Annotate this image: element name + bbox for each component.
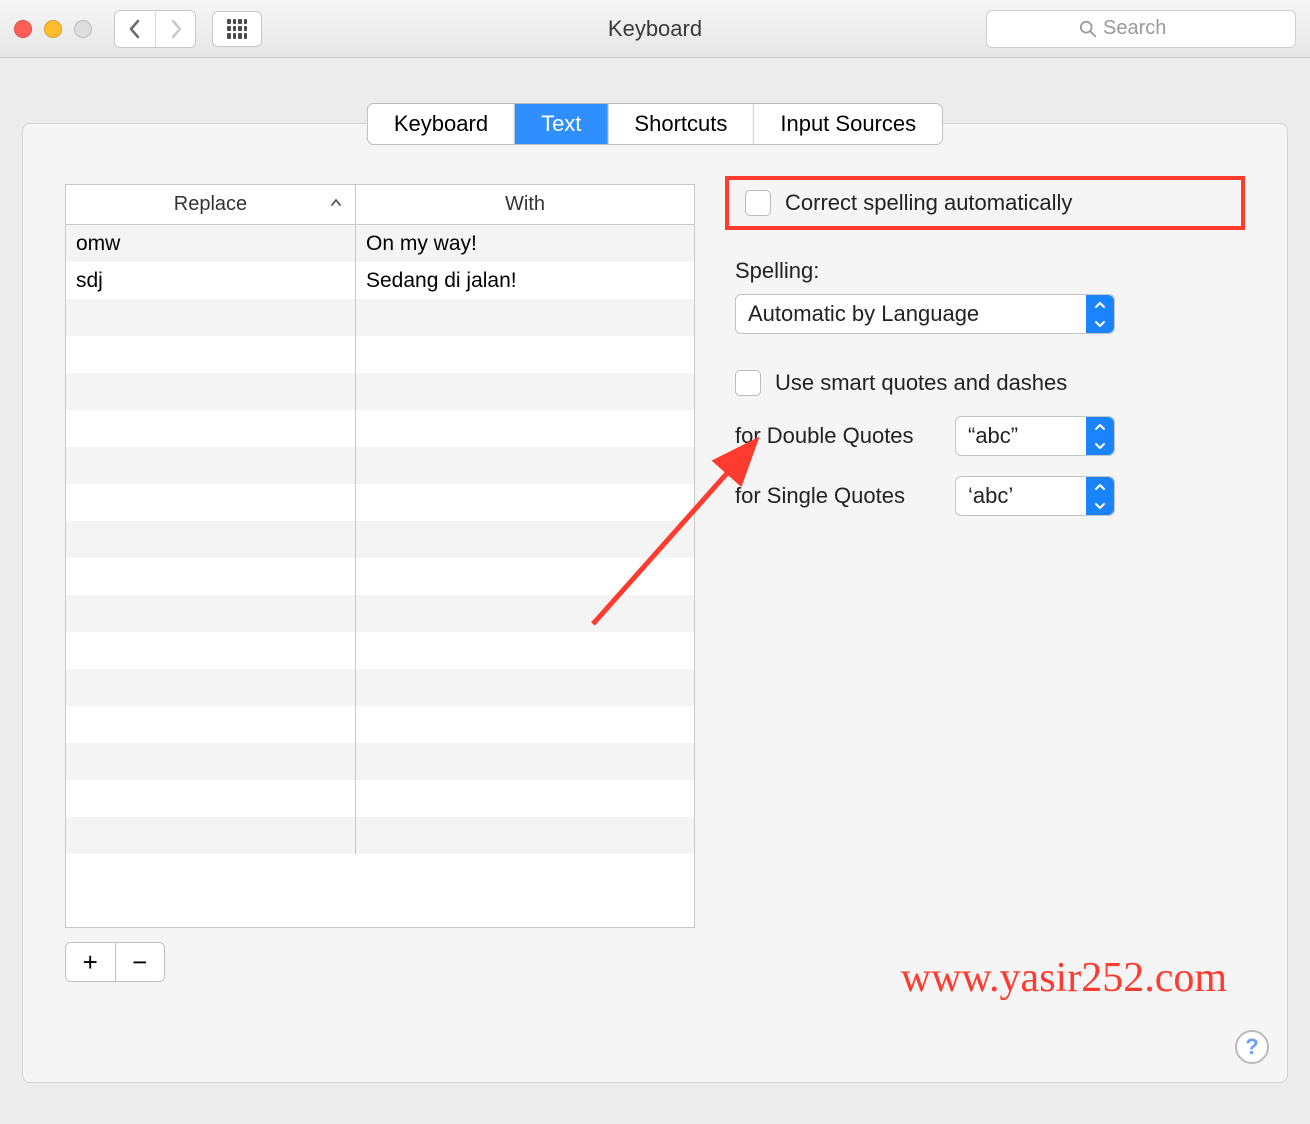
column-header-replace[interactable]: Replace xyxy=(66,185,356,224)
table-row xyxy=(66,743,694,780)
single-quotes-value: ‘abc’ xyxy=(968,483,1013,509)
minimize-window[interactable] xyxy=(44,20,62,38)
cell-with[interactable]: On my way! xyxy=(356,225,694,262)
column-header-with[interactable]: With xyxy=(356,185,694,224)
table-row[interactable]: omw On my way! xyxy=(66,225,694,262)
titlebar: Keyboard xyxy=(0,0,1310,58)
chevron-left-icon xyxy=(127,19,143,39)
double-quotes-row: for Double Quotes “abc” xyxy=(735,416,1245,456)
tab-text[interactable]: Text xyxy=(514,104,607,144)
forward-button xyxy=(155,11,195,47)
table-row xyxy=(66,484,694,521)
smart-quotes-row: Use smart quotes and dashes xyxy=(735,370,1245,396)
smart-quotes-label: Use smart quotes and dashes xyxy=(775,370,1067,396)
table-row xyxy=(66,521,694,558)
search-icon xyxy=(1079,20,1097,38)
tab-keyboard[interactable]: Keyboard xyxy=(368,104,514,144)
single-quotes-row: for Single Quotes ‘abc’ xyxy=(735,476,1245,516)
search-field[interactable] xyxy=(986,10,1296,48)
double-quotes-value: “abc” xyxy=(968,423,1018,449)
table-body[interactable]: omw On my way! sdj Sedang di jalan! xyxy=(66,225,694,927)
smart-quotes-checkbox[interactable] xyxy=(735,370,761,396)
table-row xyxy=(66,817,694,854)
column-header-replace-label: Replace xyxy=(174,193,247,216)
cell-with[interactable]: Sedang di jalan! xyxy=(356,262,694,299)
table-row xyxy=(66,299,694,336)
add-remove-segment: + − xyxy=(65,942,165,982)
remove-button[interactable]: − xyxy=(115,943,165,981)
table-row xyxy=(66,595,694,632)
spelling-label: Spelling: xyxy=(735,258,1245,284)
nav-back-forward xyxy=(114,10,196,48)
double-quotes-label: for Double Quotes xyxy=(735,423,935,449)
back-button[interactable] xyxy=(115,11,155,47)
tab-bar: Keyboard Text Shortcuts Input Sources xyxy=(367,103,943,145)
table-row xyxy=(66,336,694,373)
tab-shortcuts[interactable]: Shortcuts xyxy=(607,104,753,144)
single-quotes-select[interactable]: ‘abc’ xyxy=(955,476,1115,516)
table-row[interactable]: sdj Sedang di jalan! xyxy=(66,262,694,299)
table-row xyxy=(66,447,694,484)
table-header: Replace With xyxy=(66,185,694,225)
column-header-with-label: With xyxy=(505,193,545,216)
spelling-value: Automatic by Language xyxy=(748,301,979,327)
options-section: Correct spelling automatically Spelling:… xyxy=(735,184,1245,982)
replacements-section: Replace With omw On my way! xyxy=(65,184,695,982)
table-row xyxy=(66,558,694,595)
annotation-highlight: Correct spelling automatically xyxy=(725,176,1245,230)
table-row xyxy=(66,410,694,447)
table-row xyxy=(66,669,694,706)
close-window[interactable] xyxy=(14,20,32,38)
add-button[interactable]: + xyxy=(66,943,115,981)
tab-input-sources[interactable]: Input Sources xyxy=(753,104,942,144)
content-area: Replace With omw On my way! xyxy=(65,184,1245,982)
correct-spelling-checkbox[interactable] xyxy=(745,190,771,216)
select-stepper-icon xyxy=(1086,295,1114,333)
chevron-right-icon xyxy=(168,19,184,39)
preferences-panel: Keyboard Text Shortcuts Input Sources Re… xyxy=(22,123,1288,1083)
help-button[interactable]: ? xyxy=(1235,1030,1269,1064)
grid-icon xyxy=(227,19,247,39)
correct-spelling-label: Correct spelling automatically xyxy=(785,190,1072,216)
table-row xyxy=(66,373,694,410)
show-all-button[interactable] xyxy=(212,11,262,47)
sort-indicator-icon xyxy=(329,193,343,216)
table-row xyxy=(66,632,694,669)
replacements-table: Replace With omw On my way! xyxy=(65,184,695,928)
select-stepper-icon xyxy=(1086,477,1114,515)
cell-replace[interactable]: omw xyxy=(66,225,356,262)
cell-replace[interactable]: sdj xyxy=(66,262,356,299)
table-row xyxy=(66,780,694,817)
spelling-select[interactable]: Automatic by Language xyxy=(735,294,1115,334)
select-stepper-icon xyxy=(1086,417,1114,455)
search-input[interactable] xyxy=(1103,17,1203,40)
double-quotes-select[interactable]: “abc” xyxy=(955,416,1115,456)
table-row xyxy=(66,706,694,743)
window-controls xyxy=(14,20,92,38)
single-quotes-label: for Single Quotes xyxy=(735,483,935,509)
zoom-window xyxy=(74,20,92,38)
